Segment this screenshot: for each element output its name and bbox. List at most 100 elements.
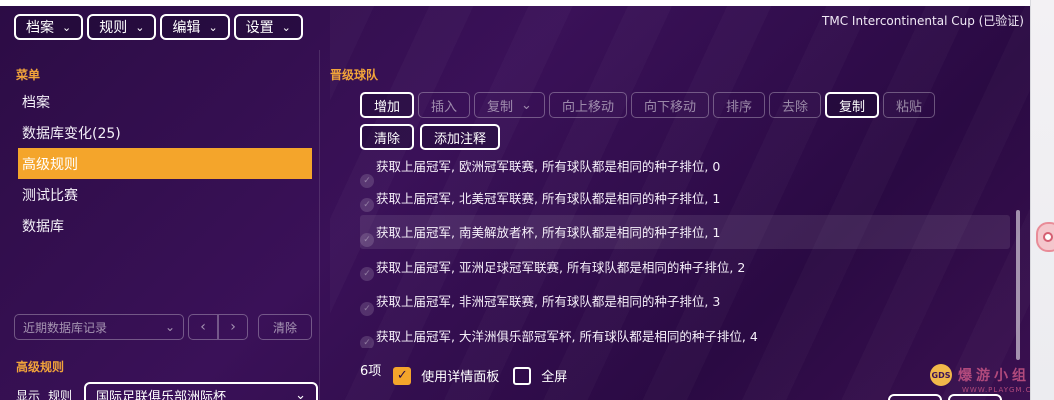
list-item-text: 获取上届冠军, 南美解放者杯, 所有球队都是相同的种子排位, 1 <box>376 225 721 241</box>
move-up-label: 向上移动 <box>561 99 614 115</box>
prev-button[interactable]: ‹ <box>188 314 218 340</box>
menu-file[interactable]: 档案 ⌄ <box>14 14 84 40</box>
menu-rules[interactable]: 规则 ⌄ <box>87 14 157 40</box>
list-item[interactable]: ✓ 获取上届冠军, 非洲冠军联赛, 所有球队都是相同的种子排位, 3 <box>360 284 1010 319</box>
copy-button[interactable]: 复制 <box>825 92 880 118</box>
copy-dropdown-button[interactable]: 复制 ⌄ <box>474 92 545 118</box>
qualified-teams-title: 晋级球队 <box>330 68 379 82</box>
watermark-logo: GDS <box>930 364 952 386</box>
rule-label: 规则 <box>48 388 73 400</box>
insert-button-label: 插入 <box>431 99 458 115</box>
paste-button[interactable]: 粘贴 <box>883 92 936 118</box>
chevron-down-icon: ⌄ <box>295 387 307 400</box>
insert-button[interactable]: 插入 <box>418 92 471 118</box>
nav-item-advanced-rules[interactable]: 高级规则 <box>18 148 312 179</box>
list-footer: 6项 ✓ 使用详情面板 全屏 <box>360 364 581 385</box>
menu-edit-label: 编辑 <box>172 20 201 36</box>
list-item-text: 获取上届冠军, 亚洲足球冠军联赛, 所有球队都是相同的种子排位, 2 <box>376 259 746 275</box>
left-panel: 菜单 档案 数据库变化(25) 高级规则 测试比赛 数据库 近期数据库记录 ⌄ <box>8 50 320 400</box>
checkmark-icon: ✓ <box>396 368 408 383</box>
chevron-down-icon: ⌄ <box>521 97 532 113</box>
add-button-label: 增加 <box>374 99 401 115</box>
list-item[interactable]: ✓ 获取上届冠军, 大洋洲俱乐部冠军杯, 所有球队都是相同的种子排位, 4 <box>360 318 1010 348</box>
nav-item-label: 高级规则 <box>22 156 78 173</box>
menu-edit[interactable]: 编辑 ⌄ <box>160 14 230 40</box>
rule-select[interactable]: 国际足联俱乐部洲际杯 ⌄ <box>84 382 319 400</box>
watermark-subtext: WWW.PLAYGM.CC <box>962 386 1030 394</box>
list-item-text: 获取上届冠军, 非洲冠军联赛, 所有球队都是相同的种子排位, 3 <box>376 294 721 310</box>
nav-item-database[interactable]: 数据库 <box>18 210 312 241</box>
list-item[interactable]: ✓ 获取上届冠军, 亚洲足球冠军联赛, 所有球队都是相同的种子排位, 2 <box>360 249 1010 284</box>
add-button[interactable]: 增加 <box>360 92 415 118</box>
menu-settings-label: 设置 <box>245 20 274 36</box>
chevron-down-icon: ⌄ <box>281 20 291 34</box>
move-down-label: 向下移动 <box>643 99 696 115</box>
window-title: TMC Intercontinental Cup (已验证) <box>822 14 1024 28</box>
menu-file-label: 档案 <box>26 20 54 36</box>
sort-label: 排序 <box>725 99 752 115</box>
checkmark-icon: ✓ <box>360 232 374 247</box>
chevron-left-icon: ‹ <box>200 319 206 335</box>
list-item-text: 获取上届冠军, 欧洲冠军联赛, 所有球队都是相同的种子排位, 0 <box>376 159 721 174</box>
nav-item-profile[interactable]: 档案 <box>18 86 312 117</box>
fullscreen-label: 全屏 <box>541 370 568 385</box>
fullscreen-checkbox[interactable] <box>513 366 532 385</box>
move-down-button[interactable]: 向下移动 <box>630 92 709 118</box>
move-up-button[interactable]: 向上移动 <box>548 92 627 118</box>
copy-dropdown-label: 复制 <box>487 99 514 115</box>
recent-clear-label: 清除 <box>272 320 297 335</box>
recent-clear-button[interactable]: 清除 <box>258 314 312 340</box>
recent-db-row: 近期数据库记录 ⌄ ‹ › 清除 <box>14 314 312 340</box>
nav-item-label: 测试比赛 <box>22 187 78 204</box>
paste-label: 粘贴 <box>896 99 923 115</box>
recent-db-placeholder: 近期数据库记录 <box>23 320 108 335</box>
footer-button-2[interactable] <box>948 394 1002 400</box>
app-window: 档案 ⌄ 规则 ⌄ 编辑 ⌄ 设置 ⌄ TMC Intercontinental… <box>0 6 1030 400</box>
chevron-down-icon: ⌄ <box>135 20 145 34</box>
detail-panel-checkbox[interactable]: ✓ <box>393 366 412 385</box>
list-scrollbar[interactable] <box>1016 210 1020 360</box>
floating-assistant-icon[interactable] <box>1036 222 1054 252</box>
nav-item-label: 档案 <box>22 94 50 111</box>
qualified-teams-list: ✓ 获取上届冠军, 欧洲冠军联赛, 所有球队都是相同的种子排位, 0 ✓ 获取上… <box>360 156 1010 348</box>
checkmark-icon: ✓ <box>360 301 374 316</box>
watermark-text: 爆游小组 <box>958 368 1030 384</box>
nav-item-label: 数据库变化(25) <box>22 125 121 142</box>
add-note-label: 添加注释 <box>434 131 487 147</box>
menu-settings[interactable]: 设置 ⌄ <box>233 14 303 40</box>
list-item-text: 获取上届冠军, 北美冠军联赛, 所有球队都是相同的种子排位, 1 <box>376 190 721 206</box>
nav-item-db-changes[interactable]: 数据库变化(25) <box>18 117 312 148</box>
chevron-down-icon: ⌄ <box>208 20 218 34</box>
checkmark-icon: ✓ <box>360 198 374 212</box>
list-item-text: 获取上届冠军, 大洋洲俱乐部冠军杯, 所有球队都是相同的种子排位, 4 <box>376 328 758 344</box>
display-label: 显示 <box>16 388 41 400</box>
clear-button[interactable]: 清除 <box>360 124 415 150</box>
sort-button[interactable]: 排序 <box>712 92 765 118</box>
rule-select-value: 国际足联俱乐部洲际杯 <box>96 389 227 400</box>
recent-db-select[interactable]: 近期数据库记录 ⌄ <box>14 314 184 340</box>
checkmark-icon: ✓ <box>360 267 374 281</box>
add-note-button[interactable]: 添加注释 <box>420 124 501 150</box>
display-row: 显示 规则 国际足联俱乐部洲际杯 ⌄ <box>16 382 319 400</box>
right-panel: 晋级球队 增加 插入 复制 ⌄ 向上移动 向下移动 排序 去除 复制 粘贴 清除… <box>330 50 1026 400</box>
desktop-side-strip <box>1030 0 1054 400</box>
nav-item-label: 数据库 <box>22 218 64 235</box>
chevron-down-icon: ⌄ <box>62 20 72 34</box>
remove-button[interactable]: 去除 <box>769 92 822 118</box>
chevron-right-icon: › <box>230 319 236 335</box>
checkmark-icon: ✓ <box>360 336 374 348</box>
nav-list: 档案 数据库变化(25) 高级规则 测试比赛 数据库 <box>18 86 312 241</box>
menu-section-label: 菜单 <box>16 68 41 82</box>
list-item[interactable]: ✓ 获取上届冠军, 南美解放者杯, 所有球队都是相同的种子排位, 1 <box>360 214 1010 249</box>
detail-panel-label: 使用详情面板 <box>421 370 500 385</box>
list-item[interactable]: ✓ 获取上届冠军, 欧洲冠军联赛, 所有球队都是相同的种子排位, 0 <box>360 156 1010 188</box>
copy-label: 复制 <box>839 99 866 115</box>
nav-item-test-match[interactable]: 测试比赛 <box>18 179 312 210</box>
list-item[interactable]: ✓ 获取上届冠军, 北美冠军联赛, 所有球队都是相同的种子排位, 1 <box>360 180 1010 215</box>
watermark: GDS 爆游小组 <box>930 364 1030 386</box>
footer-button-1[interactable] <box>888 394 942 400</box>
remove-label: 去除 <box>782 99 809 115</box>
next-button[interactable]: › <box>218 314 248 340</box>
advanced-rules-label: 高级规则 <box>16 360 65 374</box>
clear-label: 清除 <box>374 131 401 147</box>
